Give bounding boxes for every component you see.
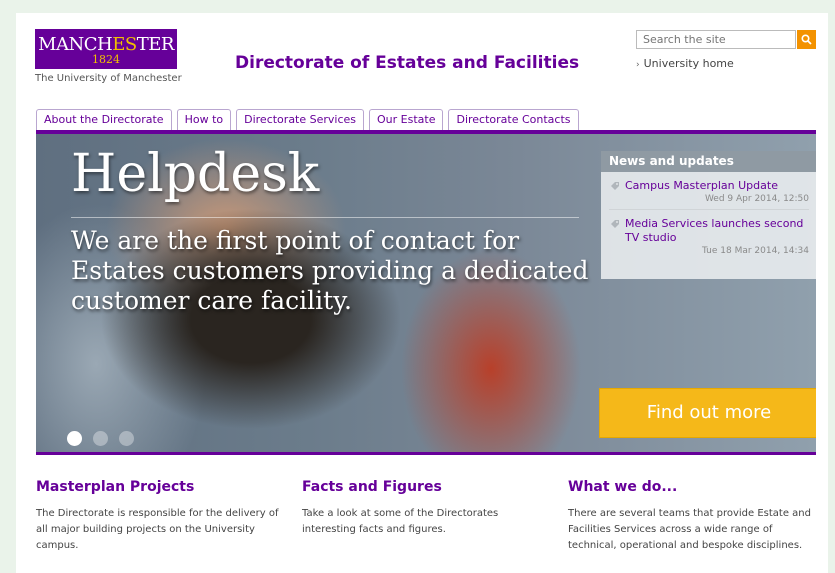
tab-about[interactable]: About the Directorate (36, 109, 172, 130)
facts-column: Facts and Figures Take a look at some of… (302, 479, 542, 538)
page: MANCHESTER 1824 The University of Manche… (16, 13, 828, 573)
hero-bottom-rule (36, 452, 816, 455)
tab-contacts[interactable]: Directorate Contacts (448, 109, 579, 130)
news-item-title[interactable]: Campus Masterplan Update (625, 179, 809, 193)
news-item[interactable]: Media Services launches second TV studio… (601, 210, 816, 257)
logo-year: 1824 (92, 53, 120, 66)
what-we-do-text: There are several teams that provide Est… (568, 508, 811, 551)
hero-carousel[interactable]: Helpdesk We are the first point of conta… (36, 134, 816, 452)
university-logo[interactable]: MANCHESTER 1824 (35, 29, 177, 69)
facts-text: Take a look at some of the Directorates … (302, 508, 499, 535)
news-item[interactable]: Campus Masterplan Update Wed 9 Apr 2014,… (601, 172, 816, 205)
carousel-dot-3[interactable] (119, 431, 134, 446)
tab-services[interactable]: Directorate Services (236, 109, 365, 130)
hero-divider (71, 217, 579, 218)
facts-title[interactable]: Facts and Figures (302, 479, 542, 495)
find-out-more-button[interactable]: Find out more (599, 388, 816, 438)
chevron-right-icon: › (636, 60, 640, 70)
news-heading: News and updates (601, 151, 816, 172)
hero-text: We are the first point of contact for Es… (71, 226, 589, 315)
news-item-date: Tue 18 Mar 2014, 14:34 (702, 246, 809, 256)
site-title[interactable]: Directorate of Estates and Facilities (235, 53, 579, 73)
tag-icon (611, 182, 619, 190)
university-home-link[interactable]: › University home (636, 57, 734, 70)
hero-title: Helpdesk (71, 144, 320, 204)
masterplan-column: Masterplan Projects The Directorate is r… (36, 479, 284, 554)
masterplan-title[interactable]: Masterplan Projects (36, 479, 284, 495)
search-input[interactable] (636, 30, 796, 49)
main-nav-tabs: About the Directorate How to Directorate… (36, 109, 584, 130)
tag-icon (611, 220, 619, 228)
news-panel: News and updates Campus Masterplan Updat… (601, 151, 816, 279)
what-we-do-title[interactable]: What we do... (568, 479, 823, 495)
news-item-date: Wed 9 Apr 2014, 12:50 (704, 194, 809, 204)
tab-how-to[interactable]: How to (176, 109, 232, 130)
search-button[interactable] (797, 30, 816, 49)
logo-wordmark: MANCHESTER (38, 34, 174, 55)
carousel-pager (67, 431, 145, 446)
masterplan-text: The Directorate is responsible for the d… (36, 508, 279, 551)
search-icon (801, 34, 812, 45)
what-we-do-column: What we do... There are several teams th… (568, 479, 823, 554)
carousel-dot-1[interactable] (67, 431, 82, 446)
logo-subtitle: The University of Manchester (35, 73, 182, 84)
news-item-title[interactable]: Media Services launches second TV studio (625, 217, 809, 245)
carousel-dot-2[interactable] (93, 431, 108, 446)
tab-estate[interactable]: Our Estate (369, 109, 444, 130)
